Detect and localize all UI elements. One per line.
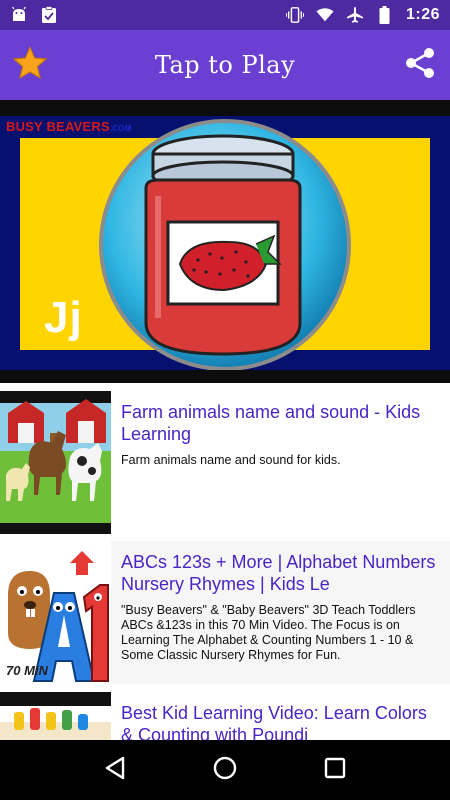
- battery-icon: [376, 6, 394, 24]
- share-button[interactable]: [400, 45, 440, 85]
- video-title[interactable]: Best Kid Learning Video: Learn Colors & …: [121, 702, 440, 740]
- video-thumbnail: [0, 692, 111, 740]
- video-item[interactable]: 70 MIN ABCs 123s + More | Alphabet Numbe…: [0, 541, 450, 684]
- vibrate-icon: [285, 6, 304, 24]
- star-icon: [12, 45, 48, 85]
- video-text: Best Kid Learning Video: Learn Colors & …: [111, 692, 450, 740]
- hero-brand-name: BUSY BEAVERS: [6, 119, 110, 134]
- jam-jar-illustration: [99, 119, 351, 371]
- farm-animals-thumbnail-image: [0, 391, 111, 534]
- airplane-icon: [346, 6, 364, 24]
- featured-video-thumbnail[interactable]: BUSY BEAVERS.COM Jj: [0, 100, 450, 383]
- hero-bottom-strip: [0, 370, 450, 383]
- abc-123-thumbnail-image: 70 MIN: [0, 541, 111, 684]
- video-title[interactable]: Farm animals name and sound - Kids Learn…: [121, 401, 440, 445]
- video-title[interactable]: ABCs 123s + More | Alphabet Numbers Nurs…: [121, 551, 440, 595]
- colors-counting-thumbnail-image: [0, 692, 111, 740]
- home-button[interactable]: [205, 750, 245, 790]
- video-text: ABCs 123s + More | Alphabet Numbers Nurs…: [111, 541, 450, 684]
- recents-button[interactable]: [315, 750, 355, 790]
- back-icon: [103, 755, 127, 786]
- app-title: Tap to Play: [154, 51, 296, 79]
- video-item[interactable]: Best Kid Learning Video: Learn Colors & …: [0, 692, 450, 740]
- back-button[interactable]: [95, 750, 135, 790]
- hero-top-strip: [0, 100, 450, 116]
- android-icon: [10, 6, 28, 24]
- video-thumbnail: 70 MIN: [0, 541, 111, 684]
- video-list[interactable]: Farm animals name and sound - Kids Learn…: [0, 383, 450, 740]
- favorite-button[interactable]: [10, 45, 50, 85]
- app-bar: Tap to Play: [0, 30, 450, 100]
- home-icon: [212, 755, 238, 786]
- video-description: "Busy Beavers" & "Baby Beavers" 3D Teach…: [121, 603, 416, 662]
- system-navigation-bar: [0, 740, 450, 800]
- hero-letter: Jj: [44, 293, 83, 342]
- status-time: 1:26: [405, 6, 440, 23]
- video-description: Farm animals name and sound for kids.: [121, 453, 341, 467]
- recents-icon: [324, 757, 346, 784]
- video-text: Farm animals name and sound - Kids Learn…: [111, 391, 450, 534]
- video-thumbnail: [0, 391, 111, 534]
- clipboard-check-icon: [40, 6, 58, 24]
- thumb-duration-badge: 70 MIN: [6, 663, 49, 678]
- status-bar: 1:26: [0, 0, 450, 30]
- status-right-icons: 1:26: [285, 6, 440, 24]
- status-left-icons: [10, 6, 58, 24]
- video-item[interactable]: Farm animals name and sound - Kids Learn…: [0, 391, 450, 534]
- share-icon: [402, 45, 438, 86]
- wifi-icon: [316, 6, 334, 24]
